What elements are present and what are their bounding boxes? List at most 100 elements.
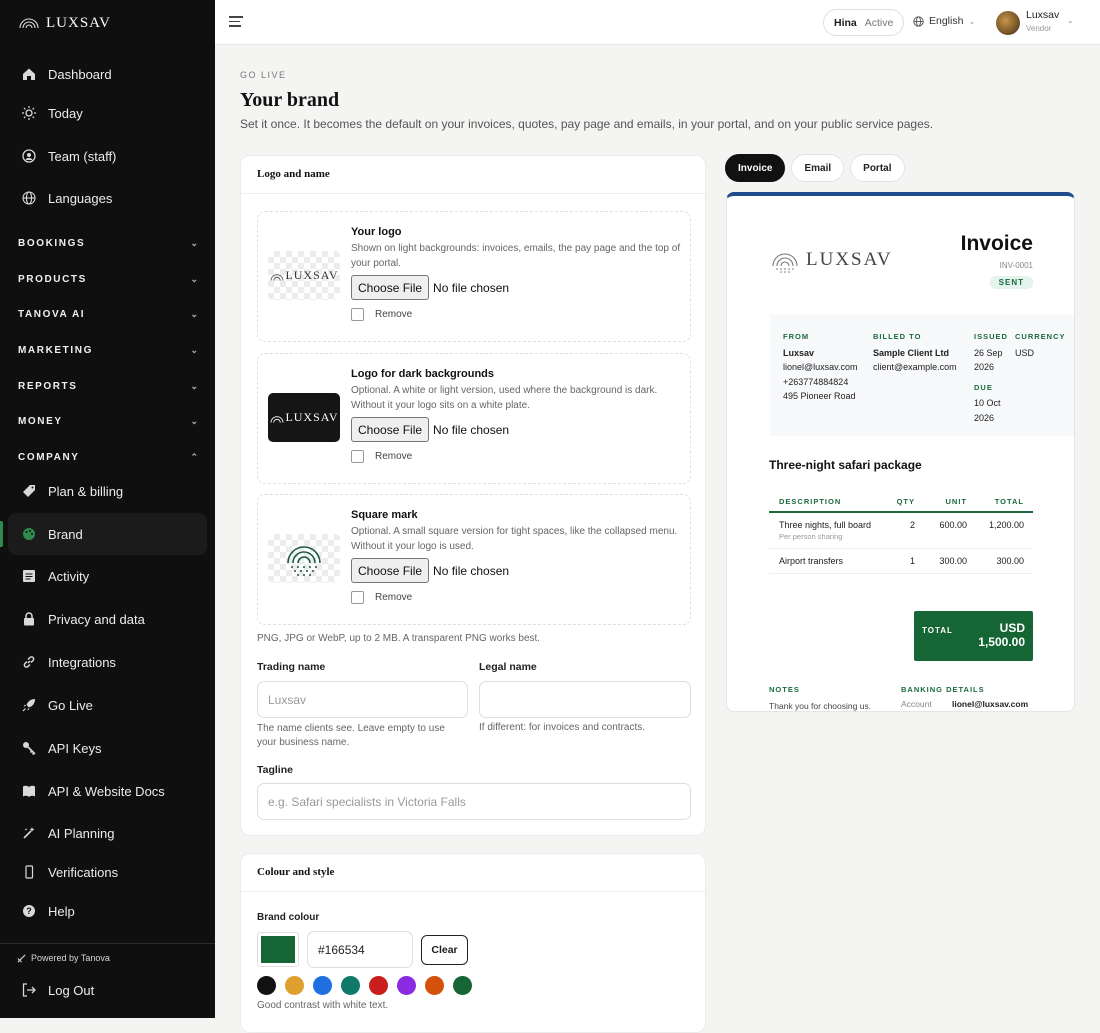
brand-colour-label: Brand colour (257, 912, 320, 923)
choose-file-button[interactable]: Choose File (351, 275, 430, 300)
checkbox[interactable] (351, 591, 364, 604)
box-description: Optional. A white or light version, used… (351, 385, 658, 411)
colour-picker-swatch[interactable] (257, 932, 299, 967)
column-header: QTY (896, 496, 915, 506)
file-status: No file chosen (433, 563, 510, 578)
nav-label: Plan & billing (48, 483, 124, 499)
globe-icon (913, 15, 924, 27)
brand-logo[interactable]: LUXSAV (17, 11, 111, 35)
nav-help[interactable]: ? Help (8, 890, 207, 932)
nav-label: Dashboard (48, 66, 112, 82)
chevron-down-icon[interactable]: ⌄ (1067, 16, 1074, 25)
avatar[interactable] (996, 11, 1020, 35)
file-input[interactable]: Choose File No file chosen (351, 558, 509, 583)
section-company[interactable]: COMPANY ⌃ (18, 452, 198, 463)
nav-api-keys[interactable]: API Keys (8, 727, 207, 769)
line-items-table: DESCRIPTION QTY UNIT TOTAL Three nights,… (769, 491, 1033, 574)
nav-ai-planning[interactable]: AI Planning (8, 812, 207, 854)
item-total: 300.00 (996, 556, 1024, 566)
legal-name-hint: If different: for invoices and contracts… (479, 722, 646, 733)
preset-swatch-black[interactable] (257, 976, 276, 995)
legal-name-input[interactable] (479, 681, 691, 718)
total-box: TOTAL USD 1,500.00 (914, 611, 1033, 661)
preset-swatch-green[interactable] (453, 976, 472, 995)
chevron-down-icon: ⌄ (190, 238, 198, 248)
section-label: MONEY (18, 416, 63, 427)
checkbox[interactable] (351, 450, 364, 463)
nav-dashboard[interactable]: Dashboard (8, 53, 207, 95)
box-description: Optional. A small square version for tig… (351, 526, 678, 552)
hex-input[interactable]: #166534 (307, 931, 413, 968)
nav-plan-billing[interactable]: Plan & billing (8, 470, 207, 512)
file-input[interactable]: Choose File No file chosen (351, 275, 509, 300)
menu-toggle-icon[interactable] (229, 16, 243, 28)
package-title: Three-night safari package (769, 458, 922, 472)
preview-tabs: Invoice Email Portal (725, 154, 905, 182)
nav-api-docs[interactable]: API & Website Docs (8, 770, 207, 812)
nav-today[interactable]: Today (8, 92, 207, 134)
trading-name-input[interactable]: Luxsav (257, 681, 468, 718)
user-status: Active (864, 16, 894, 29)
remove-checkbox[interactable]: Remove (351, 308, 412, 321)
dark-logo-thumbnail: LUXSAV (268, 393, 340, 442)
powered-by[interactable]: Powered by Tanova (17, 953, 110, 963)
preset-swatch-amber[interactable] (285, 976, 304, 995)
language-selector[interactable]: English ⌄ (913, 15, 975, 27)
user-status-pill[interactable]: Hina Active (823, 9, 905, 36)
language-label: English (929, 15, 964, 27)
tab-invoice[interactable]: Invoice (725, 154, 786, 182)
clear-button[interactable]: Clear (421, 935, 468, 965)
invoice-meta: FROM Luxsav lionel@luxsav.com +263774884… (770, 314, 1074, 436)
choose-file-button[interactable]: Choose File (351, 417, 430, 442)
user-name: Hina (834, 16, 857, 29)
nav-integrations[interactable]: Integrations (8, 641, 207, 683)
help-icon: ? (21, 903, 37, 919)
palette-icon (21, 526, 37, 542)
thumb-text: LUXSAV (285, 410, 339, 424)
nav-languages[interactable]: Languages (8, 177, 207, 219)
from-block: FROM Luxsav lionel@luxsav.com +263774884… (783, 330, 858, 404)
choose-file-button[interactable]: Choose File (351, 558, 430, 583)
section-marketing[interactable]: MARKETING ⌄ (18, 345, 198, 356)
section-reports[interactable]: REPORTS ⌄ (18, 381, 198, 392)
currency-heading: CURRENCY (1015, 332, 1066, 341)
tab-portal[interactable]: Portal (850, 154, 905, 182)
page-eyebrow: GO LIVE (240, 70, 287, 80)
section-products[interactable]: PRODUCTS ⌄ (18, 274, 198, 285)
remove-label: Remove (375, 309, 413, 320)
nav-go-live[interactable]: Go Live (8, 684, 207, 726)
sidebar: LUXSAV Dashboard Today Team (staff) Lang… (0, 0, 215, 1018)
nav-activity[interactable]: Activity (8, 555, 207, 597)
nav-team[interactable]: Team (staff) (8, 135, 207, 177)
remove-checkbox[interactable]: Remove (351, 591, 412, 604)
checkbox[interactable] (351, 308, 364, 321)
remove-checkbox[interactable]: Remove (351, 450, 412, 463)
preset-swatch-teal[interactable] (341, 976, 360, 995)
nav-verifications[interactable]: Verifications (8, 851, 207, 893)
sun-icon (21, 105, 37, 121)
section-label: REPORTS (18, 381, 78, 392)
account-menu[interactable]: Luxsav Vendor (1026, 9, 1059, 33)
billed-block: BILLED TO Sample Client Ltd client@examp… (873, 330, 957, 375)
tagline-input[interactable]: e.g. Safari specialists in Victoria Fall… (257, 783, 691, 820)
preset-swatch-blue[interactable] (313, 976, 332, 995)
preset-swatch-purple[interactable] (397, 976, 416, 995)
nav-label: Privacy and data (48, 611, 145, 627)
brand-name: LUXSAV (46, 14, 111, 31)
item-qty: 1 (909, 556, 915, 566)
square-mark-upload-box: Square mark Optional. A small square ver… (257, 494, 691, 625)
section-tanova-ai[interactable]: TANOVA AI ⌄ (18, 309, 198, 320)
file-input[interactable]: Choose File No file chosen (351, 417, 509, 442)
book-icon (21, 783, 37, 799)
nav-privacy[interactable]: Privacy and data (8, 598, 207, 640)
nav-brand[interactable]: Brand (0, 513, 207, 555)
issued-heading: ISSUED (974, 332, 1008, 341)
section-money[interactable]: MONEY ⌄ (18, 416, 198, 427)
file-status: No file chosen (433, 280, 510, 295)
tab-email[interactable]: Email (791, 154, 845, 182)
section-bookings[interactable]: BOOKINGS ⌄ (18, 238, 198, 249)
table-row: Airport transfers 1 300.00 300.00 (769, 549, 1033, 574)
preset-swatch-red[interactable] (369, 976, 388, 995)
logout-button[interactable]: Log Out (8, 969, 207, 1011)
preset-swatch-orange[interactable] (425, 976, 444, 995)
